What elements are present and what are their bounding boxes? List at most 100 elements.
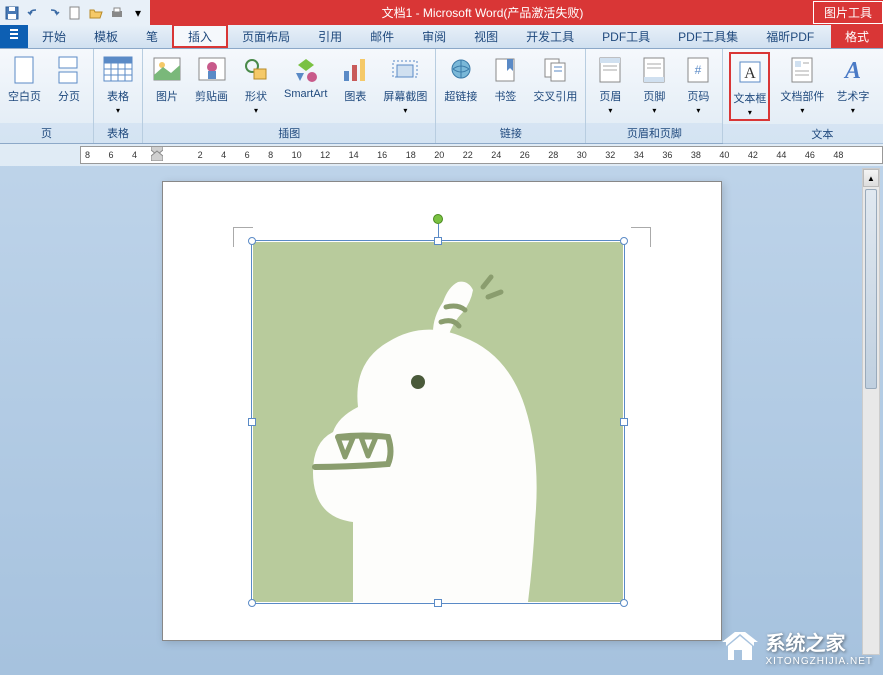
ruler-mark: 16: [377, 150, 387, 160]
screenshot-icon: [389, 54, 421, 86]
resize-handle-br[interactable]: [620, 599, 628, 607]
tab-developer[interactable]: 开发工具: [512, 24, 588, 48]
dropcap-button[interactable]: 首字: [879, 52, 883, 121]
ruler-mark: 22: [463, 150, 473, 160]
crossref-icon: [539, 54, 571, 86]
indent-marker-icon[interactable]: [151, 146, 163, 161]
group-label: 页眉和页脚: [586, 123, 722, 143]
vertical-scrollbar[interactable]: ▲: [862, 168, 880, 655]
ruler-mark: 18: [406, 150, 416, 160]
wordart-icon: A: [837, 54, 869, 86]
rotate-handle[interactable]: [433, 214, 443, 224]
document-area: [0, 166, 883, 641]
horizontal-ruler[interactable]: 8642246810121416182022242628303234363840…: [80, 146, 883, 164]
picture-button[interactable]: 图片: [149, 52, 185, 120]
footer-button[interactable]: 页脚 ▾: [636, 52, 672, 120]
save-icon[interactable]: [4, 5, 20, 21]
dropdown-icon: ▾: [748, 108, 752, 117]
ruler-mark: 6: [245, 150, 250, 160]
ruler-mark: 30: [577, 150, 587, 160]
page-number-button[interactable]: # 页码 ▾: [680, 52, 716, 120]
tab-template[interactable]: 模板: [80, 24, 132, 48]
tab-references[interactable]: 引用: [304, 24, 356, 48]
ruler-mark: 26: [520, 150, 530, 160]
group-header-footer: 页眉 ▾ 页脚 ▾ # 页码 ▾ 页眉和页脚: [586, 49, 723, 143]
dropdown-icon: ▾: [652, 106, 656, 115]
group-label: 链接: [436, 123, 585, 143]
group-label: 文本: [723, 124, 883, 144]
scroll-up-icon[interactable]: ▲: [863, 169, 879, 187]
print-icon[interactable]: [109, 5, 125, 21]
file-tab[interactable]: [0, 24, 28, 48]
tab-mailings[interactable]: 邮件: [356, 24, 408, 48]
group-tables: 表格 ▾ 表格: [94, 49, 143, 143]
group-text: A 文本框 ▾ 文档部件 ▾ A 艺术字 ▾ 首字 文本: [723, 49, 883, 143]
resize-handle-tr[interactable]: [620, 237, 628, 245]
undo-icon[interactable]: [25, 5, 41, 21]
clipart-button[interactable]: 剪贴画: [193, 52, 230, 120]
smartart-button[interactable]: SmartArt: [282, 52, 329, 120]
hyperlink-button[interactable]: 超链接: [442, 52, 479, 120]
resize-handle-l[interactable]: [248, 418, 256, 426]
textbox-button[interactable]: A 文本框 ▾: [729, 52, 770, 121]
tab-home[interactable]: 开始: [28, 24, 80, 48]
ruler-mark: 8: [268, 150, 273, 160]
resize-handle-t[interactable]: [434, 237, 442, 245]
resize-handle-b[interactable]: [434, 599, 442, 607]
dropdown-icon: ▾: [254, 106, 258, 115]
tab-pdf-tools[interactable]: PDF工具: [588, 24, 664, 48]
picture-icon: [151, 54, 183, 86]
shapes-icon: [240, 54, 272, 86]
tab-page-layout[interactable]: 页面布局: [228, 24, 304, 48]
ruler-mark: 40: [719, 150, 729, 160]
shapes-button[interactable]: 形状 ▾: [238, 52, 274, 120]
tab-insert[interactable]: 插入: [172, 24, 228, 48]
group-label: 表格: [94, 123, 142, 143]
page-break-icon: [53, 54, 85, 86]
scroll-thumb[interactable]: [865, 189, 877, 389]
wordart-button[interactable]: A 艺术字 ▾: [834, 52, 871, 121]
table-button[interactable]: 表格 ▾: [100, 52, 136, 120]
bookmark-button[interactable]: 书签: [487, 52, 523, 120]
ruler-area: 8642246810121416182022242628303234363840…: [0, 144, 883, 166]
screenshot-button[interactable]: 屏幕截图 ▾: [381, 52, 429, 120]
tab-view[interactable]: 视图: [460, 24, 512, 48]
ruler-mark: 2: [198, 150, 203, 160]
redo-icon[interactable]: [46, 5, 62, 21]
tab-format[interactable]: 格式: [831, 25, 883, 48]
ruler-mark: 42: [748, 150, 758, 160]
svg-text:A: A: [843, 58, 861, 84]
inserted-image[interactable]: [253, 242, 623, 602]
quick-access-toolbar: ▾: [0, 0, 150, 25]
quickparts-button[interactable]: 文档部件 ▾: [778, 52, 826, 121]
page[interactable]: [162, 181, 722, 641]
watermark: 系统之家 XITONGZHIJIA.NET: [722, 627, 874, 667]
smartart-icon: [290, 54, 322, 86]
tab-foxit-pdf[interactable]: 福昕PDF: [752, 24, 828, 48]
chart-button[interactable]: 图表: [337, 52, 373, 120]
header-icon: [594, 54, 626, 86]
bookmark-icon: [489, 54, 521, 86]
textbox-icon: A: [734, 56, 766, 88]
header-button[interactable]: 页眉 ▾: [592, 52, 628, 120]
tab-review[interactable]: 审阅: [408, 24, 460, 48]
open-icon[interactable]: [88, 5, 104, 21]
window-title: 文档1 - Microsoft Word(产品激活失败): [152, 4, 813, 21]
tab-pdf-toolset[interactable]: PDF工具集: [664, 24, 752, 48]
resize-handle-tl[interactable]: [248, 237, 256, 245]
crossref-button[interactable]: 交叉引用: [531, 52, 579, 120]
blank-page-button[interactable]: 空白页: [6, 52, 43, 120]
ruler-mark: 4: [221, 150, 226, 160]
ruler-mark: 20: [434, 150, 444, 160]
page-break-button[interactable]: 分页: [51, 52, 87, 120]
resize-handle-bl[interactable]: [248, 599, 256, 607]
group-pages: 空白页 分页 页: [0, 49, 94, 143]
chart-icon: [339, 54, 371, 86]
group-label: 页: [0, 123, 93, 143]
new-icon[interactable]: [67, 5, 83, 21]
ruler-mark: 28: [548, 150, 558, 160]
tab-pen[interactable]: 笔: [132, 24, 172, 48]
qat-dropdown-icon[interactable]: ▾: [130, 5, 146, 21]
title-bar: ▾ 文档1 - Microsoft Word(产品激活失败) 图片工具: [0, 0, 883, 25]
resize-handle-r[interactable]: [620, 418, 628, 426]
